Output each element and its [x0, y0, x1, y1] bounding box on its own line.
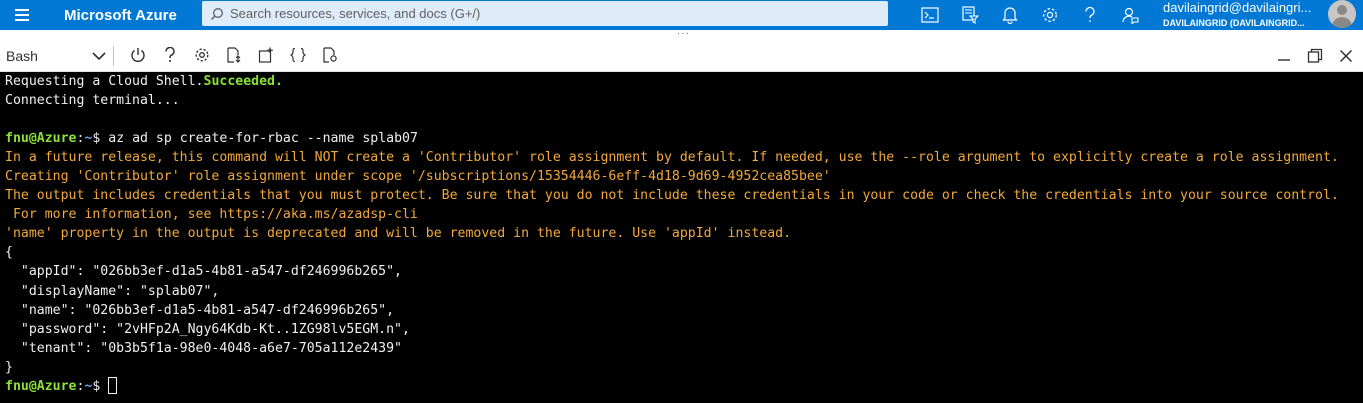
terminal-text: The output includes credentials that you… — [5, 188, 1339, 204]
search-input[interactable] — [230, 6, 870, 21]
terminal-text: "tenant": "0b3b5f1a-98e0-4048-a6e7-705a1… — [5, 340, 402, 356]
chevron-down-icon — [92, 52, 106, 61]
brand-title[interactable]: Microsoft Azure — [64, 7, 199, 24]
power-icon[interactable] — [122, 43, 154, 67]
terminal-cursor[interactable] — [108, 376, 118, 394]
terminal-line: { — [5, 243, 1363, 262]
terminal-line: } — [5, 358, 1363, 377]
settings-icon[interactable] — [186, 43, 218, 67]
terminal-text: fnu@Azure — [5, 378, 77, 394]
terminal-text: "name": "026bb3ef-d1a5-4b81-a547-df24699… — [5, 302, 395, 318]
terminal-line: fnu@Azure:~$ — [5, 376, 1363, 396]
close-icon[interactable] — [1330, 44, 1361, 68]
upload-download-icon[interactable] — [218, 43, 250, 67]
feedback-icon[interactable] — [1110, 0, 1150, 30]
terminal-text: Succeeded. — [203, 74, 283, 89]
terminal-line: In a future release, this command will N… — [5, 148, 1363, 167]
terminal-text: "displayName": "splab07", — [5, 283, 220, 299]
terminal-line: Connecting terminal... — [5, 91, 1363, 110]
terminal-text: $ — [92, 378, 109, 394]
help-icon[interactable] — [1070, 0, 1110, 30]
azure-top-bar: Microsoft Azure davilaingrid@davilaingri… — [0, 0, 1363, 30]
terminal-text: Connecting terminal... — [5, 93, 180, 109]
hamburger-menu-icon[interactable] — [0, 0, 44, 30]
account-info[interactable]: davilaingrid@davilaingri... DAVILAINGRID… — [1163, 1, 1323, 29]
web-preview-icon[interactable] — [314, 43, 346, 67]
terminal-text: Creating 'Contributor' role assignment u… — [5, 169, 831, 185]
terminal-line: 'name' property in the output is depreca… — [5, 224, 1363, 243]
shell-type-label: Bash — [6, 48, 38, 64]
terminal-line: "password": "2vHFp2A_Ngy64Kdb-Kt..1ZG98l… — [5, 320, 1363, 339]
terminal-line: For more information, see https://aka.ms… — [5, 205, 1363, 224]
shell-type-select[interactable]: Bash — [6, 45, 106, 67]
terminal-line: Requesting a Cloud Shell.Succeeded. — [5, 72, 1363, 91]
minimize-icon[interactable] — [1268, 44, 1299, 68]
terminal-line: The output includes credentials that you… — [5, 186, 1363, 205]
maximize-icon[interactable] — [1299, 44, 1330, 68]
terminal-text: 'name' property in the output is depreca… — [5, 226, 792, 242]
avatar[interactable] — [1328, 0, 1356, 28]
terminal-line: "name": "026bb3ef-d1a5-4b81-a547-df24699… — [5, 301, 1363, 320]
terminal-line: Creating 'Contributor' role assignment u… — [5, 167, 1363, 186]
terminal-text: } — [5, 359, 13, 375]
terminal-text: For more information, see https://aka.ms… — [5, 207, 418, 223]
terminal-text: "appId": "026bb3ef-d1a5-4b81-a547-df2469… — [5, 264, 402, 280]
terminal-text: In a future release, this command will N… — [5, 150, 1339, 166]
search-icon — [211, 7, 223, 20]
terminal-line: fnu@Azure:~$ az ad sp create-for-rbac --… — [5, 129, 1363, 148]
terminal-text: "password": "2vHFp2A_Ngy64Kdb-Kt..1ZG98l… — [5, 321, 410, 337]
toolbar-divider — [113, 46, 114, 66]
terminal-line: "displayName": "splab07", — [5, 282, 1363, 301]
terminal-text: Requesting a Cloud Shell. — [5, 74, 204, 89]
bell-icon[interactable] — [990, 0, 1030, 30]
help-icon[interactable] — [154, 43, 186, 67]
terminal-output[interactable]: Requesting a Cloud Shell.Succeeded. Conne… — [0, 72, 1363, 403]
resize-drag-handle[interactable]: ··· — [677, 29, 690, 39]
terminal-text: fnu@Azure — [5, 131, 77, 147]
open-new-session-icon[interactable] — [250, 43, 282, 67]
gear-icon[interactable] — [1030, 0, 1070, 30]
terminal-line: "tenant": "0b3b5f1a-98e0-4048-a6e7-705a1… — [5, 339, 1363, 358]
terminal-line: "appId": "026bb3ef-d1a5-4b81-a547-df2469… — [5, 262, 1363, 281]
account-email: davilaingrid@davilaingri... — [1163, 1, 1312, 15]
terminal-text: { — [5, 245, 13, 261]
editor-braces-icon[interactable] — [282, 43, 314, 67]
directory-filter-icon[interactable] — [950, 0, 990, 30]
cloud-shell-icon[interactable] — [910, 0, 950, 30]
cloud-shell-toolbar: ··· Bash — [0, 29, 1363, 72]
search-box[interactable] — [202, 1, 888, 26]
terminal-text: $ az ad sp create-for-rbac --name splab0… — [92, 131, 418, 147]
account-directory: DAVILAINGRID (DAVILAINGRID... — [1163, 18, 1305, 28]
